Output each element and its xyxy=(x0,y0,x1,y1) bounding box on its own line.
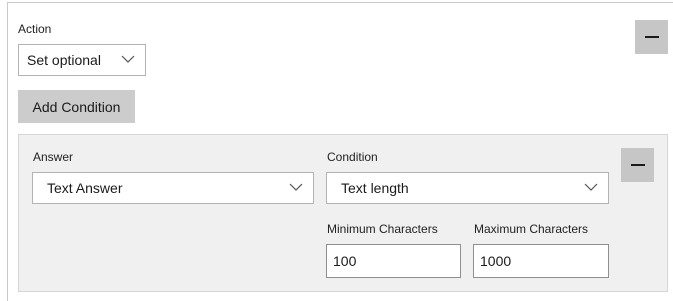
condition-select-value: Text length xyxy=(341,180,409,196)
remove-condition-button[interactable] xyxy=(621,148,654,182)
minus-icon xyxy=(630,164,645,166)
answer-label: Answer xyxy=(33,150,74,164)
condition-label: Condition xyxy=(327,150,378,164)
chevron-down-icon xyxy=(121,55,135,63)
min-characters-label: Minimum Characters xyxy=(327,222,438,236)
add-condition-button[interactable]: Add Condition xyxy=(18,90,135,123)
action-select[interactable]: Set optional xyxy=(18,44,146,76)
max-characters-label: Maximum Characters xyxy=(474,222,589,236)
remove-action-button[interactable] xyxy=(635,20,668,54)
action-select-value: Set optional xyxy=(27,52,101,68)
minus-icon xyxy=(644,36,659,38)
condition-select[interactable]: Text length xyxy=(326,172,609,204)
answer-select[interactable]: Text Answer xyxy=(32,172,314,204)
chevron-down-icon xyxy=(584,183,598,191)
max-characters-input[interactable]: 1000 xyxy=(473,244,609,278)
chevron-down-icon xyxy=(289,183,303,191)
min-characters-input[interactable]: 100 xyxy=(326,244,461,278)
action-label: Action xyxy=(18,22,52,36)
answer-select-value: Text Answer xyxy=(47,180,123,196)
